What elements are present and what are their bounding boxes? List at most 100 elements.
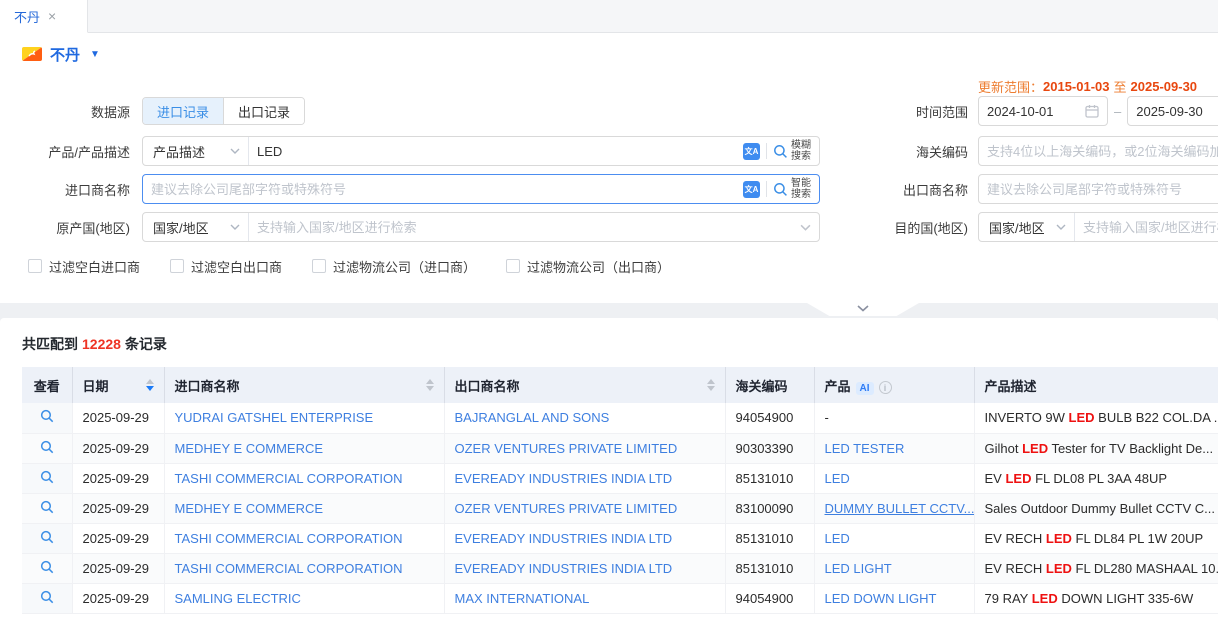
importer-link[interactable]: YUDRAI GATSHEL ENTERPRISE (175, 410, 374, 425)
date-sort-control[interactable] (146, 379, 154, 391)
col-date[interactable]: 日期 (72, 367, 164, 403)
col-product-label: 产品 (825, 379, 851, 394)
exporter-link[interactable]: EVEREADY INDUSTRIES INDIA LTD (455, 531, 673, 546)
exporter-link[interactable]: OZER VENTURES PRIVATE LIMITED (455, 501, 678, 516)
destination-type-select[interactable]: 国家/地区 (979, 213, 1075, 241)
importer-cell: TASHI COMMERCIAL CORPORATION (164, 463, 444, 493)
bhutan-flag-icon (22, 47, 42, 61)
exporter-input[interactable] (978, 174, 1218, 204)
checkbox-icon[interactable] (28, 259, 42, 273)
importer-cell: TASHI COMMERCIAL CORPORATION (164, 553, 444, 583)
product-link[interactable]: LED (825, 471, 850, 486)
view-record-button[interactable] (22, 493, 72, 523)
sort-desc-icon[interactable] (426, 386, 434, 391)
exporter-link[interactable]: EVEREADY INDUSTRIES INDIA LTD (455, 561, 673, 576)
filter-checkbox-2[interactable]: 过滤物流公司（进口商） (312, 257, 476, 276)
importer-link[interactable]: MEDHEY E COMMERCE (175, 501, 324, 516)
view-record-button[interactable] (22, 433, 72, 463)
exporter-sort-control[interactable] (707, 379, 715, 391)
date-range-dash: – (1114, 104, 1121, 119)
view-search-icon[interactable] (40, 560, 54, 574)
chevron-down-icon (856, 304, 870, 312)
toggle-import-records[interactable]: 进口记录 (143, 98, 223, 124)
view-search-icon[interactable] (40, 470, 54, 484)
date-cell: 2025-09-29 (72, 433, 164, 463)
sort-desc-icon[interactable] (707, 386, 715, 391)
product-link[interactable]: LED (825, 531, 850, 546)
origin-input[interactable] (249, 213, 796, 241)
destination-input[interactable] (1075, 213, 1218, 241)
collapse-panel-handle[interactable] (807, 303, 919, 316)
exporter-cell: EVEREADY INDUSTRIES INDIA LTD (444, 463, 725, 493)
filter-checkbox-0[interactable]: 过滤空白进口商 (28, 257, 140, 276)
date-to-box[interactable] (1127, 96, 1218, 126)
filter-checkbox-3[interactable]: 过滤物流公司（出口商） (506, 257, 670, 276)
importer-cell: MEDHEY E COMMERCE (164, 433, 444, 463)
exporter-link[interactable]: BAJRANGLAL AND SONS (455, 410, 610, 425)
importer-input-group: 文A 智能搜索 (142, 174, 820, 204)
translate-icon[interactable]: 文A (743, 181, 760, 198)
origin-type-select[interactable]: 国家/地区 (143, 213, 249, 241)
product-cell: LED TESTER (814, 433, 974, 463)
importer-input[interactable] (143, 175, 739, 203)
date-from-box[interactable] (978, 96, 1108, 126)
importer-cell: TASHI COMMERCIAL CORPORATION (164, 523, 444, 553)
exporter-link[interactable]: EVEREADY INDUSTRIES INDIA LTD (455, 471, 673, 486)
importer-link[interactable]: SAMLING ELECTRIC (175, 591, 301, 606)
importer-link[interactable]: TASHI COMMERCIAL CORPORATION (175, 561, 403, 576)
smart-search-button[interactable]: 智能搜索 (773, 178, 811, 200)
update-range-from: 2015-01-03 (1043, 79, 1110, 94)
filter-checkbox-1[interactable]: 过滤空白出口商 (170, 257, 282, 276)
exporter-link[interactable]: OZER VENTURES PRIVATE LIMITED (455, 441, 678, 456)
date-from-input[interactable] (987, 104, 1079, 119)
exporter-link[interactable]: MAX INTERNATIONAL (455, 591, 590, 606)
view-search-icon[interactable] (40, 500, 54, 514)
description-cell: Gilhot LED Tester for TV Backlight De... (974, 433, 1218, 463)
view-search-icon[interactable] (40, 440, 54, 454)
title-chevron-down-icon[interactable]: ▼ (90, 49, 100, 60)
importer-label: 进口商名称 (0, 180, 130, 199)
tab-close-icon[interactable]: × (48, 9, 56, 23)
fuzzy-search-button[interactable]: 模糊搜索 (773, 140, 811, 162)
checkbox-icon[interactable] (170, 259, 184, 273)
importer-link[interactable]: TASHI COMMERCIAL CORPORATION (175, 531, 403, 546)
toggle-export-records[interactable]: 出口记录 (223, 98, 304, 124)
view-search-icon[interactable] (40, 530, 54, 544)
product-link[interactable]: DUMMY BULLET CCTV... (825, 501, 975, 516)
translate-icon[interactable]: 文A (743, 143, 760, 160)
sort-asc-icon[interactable] (146, 379, 154, 384)
tab-bhutan[interactable]: 不丹 × (0, 0, 88, 33)
importer-sort-control[interactable] (426, 379, 434, 391)
chevron-down-icon (230, 148, 240, 154)
sort-desc-icon[interactable] (146, 386, 154, 391)
destination-type-select-value: 国家/地区 (989, 218, 1045, 237)
origin-label: 原产国(地区) (0, 218, 130, 237)
view-search-icon[interactable] (40, 590, 54, 604)
importer-link[interactable]: MEDHEY E COMMERCE (175, 441, 324, 456)
origin-input-group: 国家/地区 (142, 212, 820, 242)
view-record-button[interactable] (22, 523, 72, 553)
view-record-button[interactable] (22, 463, 72, 493)
col-importer[interactable]: 进口商名称 (164, 367, 444, 403)
product-input[interactable] (249, 137, 739, 165)
date-cell: 2025-09-29 (72, 523, 164, 553)
info-icon[interactable]: i (879, 381, 892, 394)
importer-link[interactable]: TASHI COMMERCIAL CORPORATION (175, 471, 403, 486)
product-link[interactable]: LED DOWN LIGHT (825, 591, 937, 606)
hs-code-input[interactable] (978, 136, 1218, 166)
checkbox-icon[interactable] (506, 259, 520, 273)
view-record-button[interactable] (22, 583, 72, 613)
date-to-input[interactable] (1136, 104, 1218, 119)
date-cell: 2025-09-29 (72, 553, 164, 583)
sort-asc-icon[interactable] (426, 379, 434, 384)
view-search-icon[interactable] (40, 409, 54, 423)
sort-asc-icon[interactable] (707, 379, 715, 384)
view-record-button[interactable] (22, 403, 72, 433)
exporter-cell: EVEREADY INDUSTRIES INDIA LTD (444, 553, 725, 583)
view-record-button[interactable] (22, 553, 72, 583)
product-type-select[interactable]: 产品描述 (143, 137, 249, 165)
checkbox-icon[interactable] (312, 259, 326, 273)
col-exporter[interactable]: 出口商名称 (444, 367, 725, 403)
product-link[interactable]: LED TESTER (825, 441, 905, 456)
product-link[interactable]: LED LIGHT (825, 561, 892, 576)
